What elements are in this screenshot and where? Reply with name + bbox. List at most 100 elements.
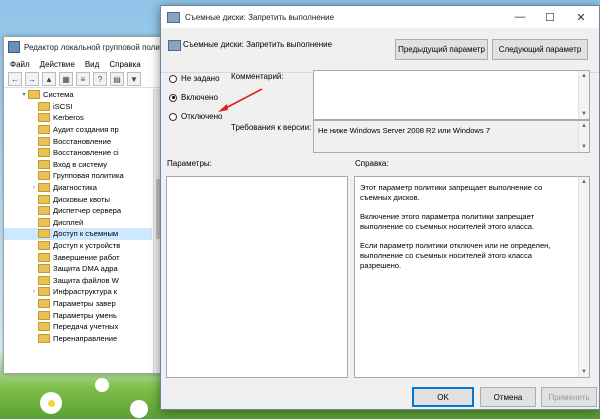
tree-item[interactable]: Защита файлов W: [4, 275, 152, 287]
tree-item[interactable]: Доступ к устройств: [4, 240, 152, 252]
folder-icon: [38, 159, 50, 169]
comment-textarea[interactable]: ▲ ▼: [313, 70, 590, 120]
tree-item[interactable]: Параметры завер: [4, 298, 152, 310]
previous-setting-button[interactable]: Предыдущий параметр: [395, 39, 488, 60]
tree-item[interactable]: Восстановление сі: [4, 147, 152, 159]
tree-item-label: Дисковые квоты: [53, 194, 110, 204]
policy-header-icon: [168, 40, 181, 51]
editor-app-icon: [8, 41, 20, 53]
radio-disabled-label: Отключено: [181, 112, 223, 121]
tree-item-label: Параметры завер: [53, 298, 116, 308]
back-icon[interactable]: ←: [8, 72, 22, 86]
radio-not-configured[interactable]: Не задано: [169, 74, 220, 83]
tree-item[interactable]: Перенаправление: [4, 332, 152, 344]
tree-item[interactable]: Передача учетных: [4, 321, 152, 333]
background-flower: [130, 400, 148, 418]
menu-help[interactable]: Справка: [109, 60, 140, 69]
properties-icon[interactable]: ▤: [110, 72, 124, 86]
supported-on-field: Не ниже Windows Server 2008 R2 или Windo…: [313, 120, 590, 153]
radio-not-configured-label: Не задано: [181, 74, 220, 83]
folder-icon: [38, 322, 50, 332]
tree-item[interactable]: Групповая политика: [4, 170, 152, 182]
scroll-up-icon[interactable]: ▲: [579, 121, 589, 131]
folder-icon: [38, 310, 50, 320]
tree-item-label: Защита файлов W: [53, 275, 119, 285]
chevron-right-icon[interactable]: ›: [30, 289, 38, 295]
tree-item[interactable]: Восстановление: [4, 135, 152, 147]
policy-tree: ▾ Система iSCSI Kerberos Аудит создания пр Во…: [4, 89, 152, 344]
ok-button[interactable]: OK: [412, 387, 474, 407]
tree-item[interactable]: Kerberos: [4, 112, 152, 124]
maximize-icon[interactable]: ☐: [543, 10, 557, 24]
menu-file[interactable]: Файл: [10, 60, 30, 69]
tree-item-label: Восстановление сі: [53, 148, 119, 158]
folder-icon: [38, 229, 50, 239]
comment-scrollbar[interactable]: ▲ ▼: [578, 71, 589, 119]
radio-disabled[interactable]: Отключено: [169, 112, 222, 121]
tree-item[interactable]: iSCSI: [4, 101, 152, 113]
next-setting-button[interactable]: Следующий параметр: [492, 39, 588, 60]
apply-button[interactable]: Применить: [541, 387, 597, 407]
scroll-down-icon[interactable]: ▼: [579, 367, 589, 377]
tree-item-label: Система: [43, 90, 74, 100]
forward-icon[interactable]: →: [25, 72, 39, 86]
tree-item[interactable]: Доступ к съемным: [4, 228, 152, 240]
tree-item[interactable]: Аудит создания пр: [4, 124, 152, 136]
show-tree-icon[interactable]: ▦: [59, 72, 73, 86]
folder-icon: [38, 125, 50, 135]
tree-item-label: iSCSI: [53, 101, 73, 111]
scroll-up-icon[interactable]: ▲: [579, 71, 589, 81]
tree-item[interactable]: Дисковые квоты: [4, 193, 152, 205]
tree-item-label: Передача учетных: [53, 322, 119, 332]
radio-not-configured-button[interactable]: [169, 74, 177, 83]
tree-item-label: Дисплей: [53, 217, 84, 227]
help-paragraph: Этот параметр политики запрещает выполне…: [360, 183, 543, 202]
menu-action[interactable]: Действие: [40, 60, 75, 69]
menu-view[interactable]: Вид: [85, 60, 99, 69]
dialog-title: Съемные диски: Запретить выполнение: [185, 12, 335, 22]
radio-disabled-button[interactable]: [169, 112, 177, 121]
folder-icon: [38, 101, 50, 111]
policy-icon: [167, 11, 180, 23]
tree-item[interactable]: › Диагностика: [4, 182, 152, 194]
tree-item-label: Диспетчер сервера: [53, 206, 122, 216]
scroll-down-icon[interactable]: ▼: [579, 142, 589, 152]
export-list-icon[interactable]: ≡: [76, 72, 90, 86]
tree-item[interactable]: Вход в систему: [4, 159, 152, 171]
tree-item-label: Завершение работ: [53, 252, 120, 262]
up-folder-icon[interactable]: ▲: [42, 72, 56, 86]
scroll-up-icon[interactable]: ▲: [579, 177, 589, 187]
tree-item-label: Вход в систему: [53, 159, 107, 169]
chevron-right-icon[interactable]: ›: [30, 185, 38, 191]
folder-icon: [38, 206, 50, 216]
tree-item[interactable]: Завершение работ: [4, 251, 152, 263]
help-label: Справка:: [355, 159, 389, 168]
tree-item[interactable]: ▾ Система: [4, 89, 152, 101]
minimize-icon[interactable]: —: [513, 10, 527, 24]
help-paragraph: Включение этого параметра политики запре…: [360, 212, 535, 231]
tree-item-label: Диагностика: [53, 183, 98, 193]
tree-item[interactable]: Диспетчер сервера: [4, 205, 152, 217]
folder-icon: [38, 217, 50, 227]
tree-item-label: Защита DMA адра: [53, 264, 118, 274]
cancel-button[interactable]: Отмена: [480, 387, 536, 407]
help-scrollbar[interactable]: ▲ ▼: [578, 177, 589, 377]
tree-item[interactable]: Дисплей: [4, 217, 152, 229]
radio-enabled-button[interactable]: [169, 93, 177, 102]
tree-item[interactable]: Параметры умень: [4, 309, 152, 321]
close-icon[interactable]: ✕: [574, 10, 588, 24]
tree-item-label: Доступ к устройств: [53, 241, 121, 251]
folder-icon: [38, 275, 50, 285]
tree-item-label: Доступ к съемным: [53, 229, 119, 239]
tree-item[interactable]: › Инфраструктура к: [4, 286, 152, 298]
editor-menubar: Файл Действие Вид Справка: [4, 57, 164, 71]
tree-item[interactable]: Защита DMA адра: [4, 263, 152, 275]
editor-title: Редактор локальной групповой поли: [24, 42, 160, 52]
scroll-down-icon[interactable]: ▼: [579, 109, 589, 119]
chevron-down-icon[interactable]: ▾: [20, 91, 28, 98]
radio-enabled[interactable]: Включено: [169, 93, 218, 102]
supported-scrollbar[interactable]: ▲ ▼: [578, 121, 589, 152]
help-icon[interactable]: ?: [93, 72, 107, 86]
filter-icon[interactable]: ▼: [127, 72, 141, 86]
help-text: Этот параметр политики запрещает выполне…: [360, 183, 565, 280]
